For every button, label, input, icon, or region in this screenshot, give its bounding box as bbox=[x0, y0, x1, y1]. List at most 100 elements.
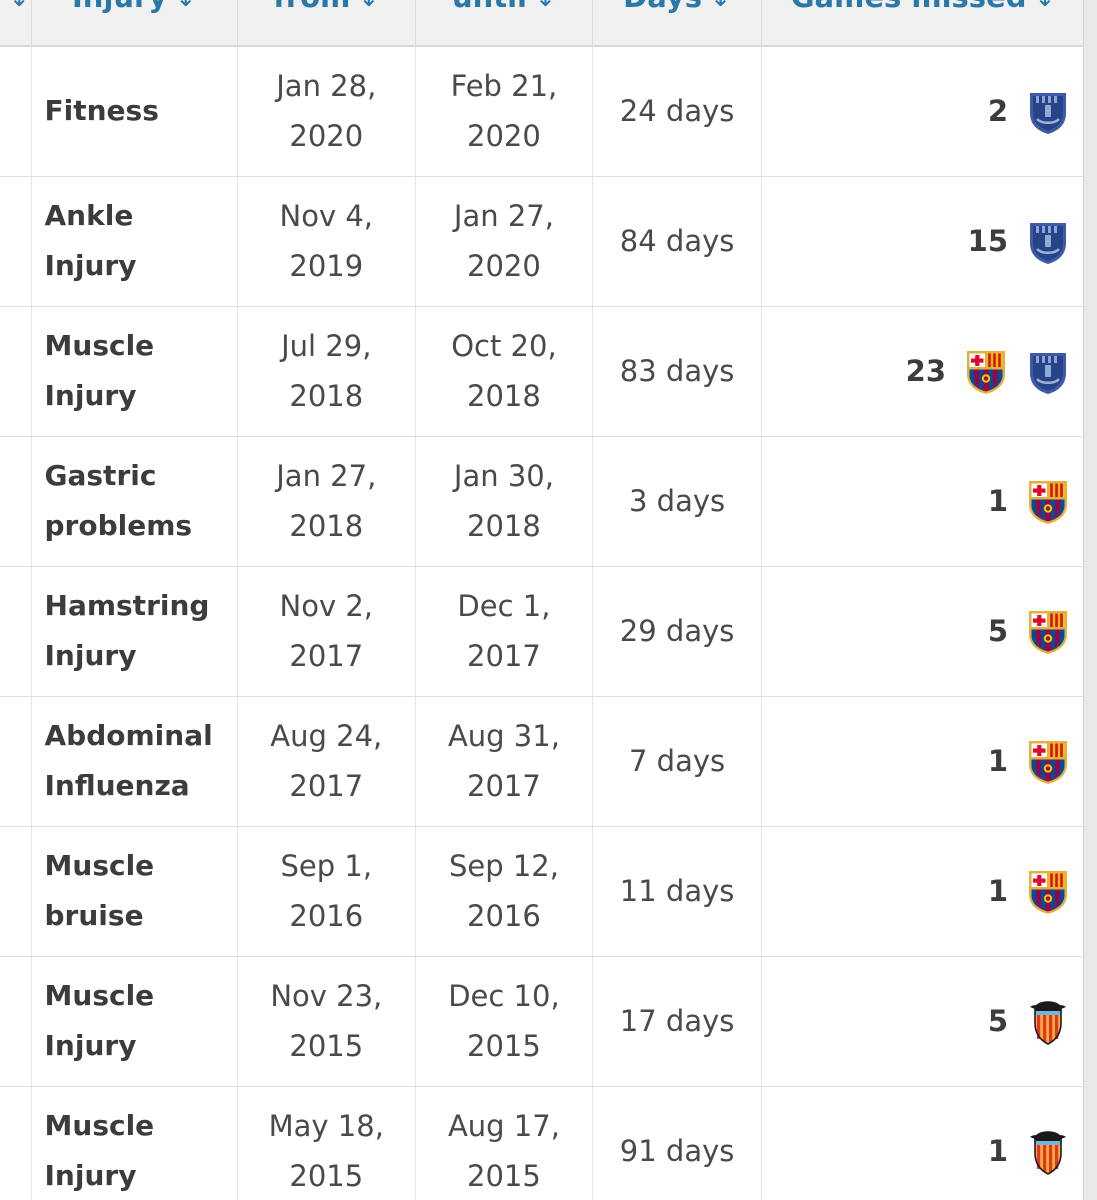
injury-until-date-cell: Oct 20, 2018 bbox=[415, 306, 594, 437]
valencia-badge-icon bbox=[1030, 1001, 1066, 1045]
injury-until-date-cell: Feb 21, 2020 bbox=[415, 46, 594, 177]
column-header-from[interactable]: from ↕ bbox=[237, 0, 416, 47]
injury-name-cell: Muscle bruise bbox=[31, 826, 238, 957]
injury-name-cell: Muscle Injury bbox=[31, 1086, 238, 1200]
table-row[interactable]: Muscle Injury Jul 29, 2018 Oct 20, 2018 83 … bbox=[0, 306, 1084, 437]
column-header-games-missed[interactable]: Games missed ↕ bbox=[761, 0, 1084, 47]
games-missed-content: 1 bbox=[770, 737, 1070, 785]
table-row[interactable]: Muscle Injury Nov 23, 2015 Dec 10, 2015 17 … bbox=[0, 956, 1084, 1087]
injury-name-cell: Hamstring Injury bbox=[31, 566, 238, 697]
games-missed-cell: 5 bbox=[761, 566, 1084, 697]
injury-from-date-cell: Jan 27, 2018 bbox=[237, 436, 416, 567]
injury-until-date-cell: Jan 30, 2018 bbox=[415, 436, 594, 567]
table-body: Fitness Jan 28, 2020 Feb 21, 2020 24 days 2 A… bbox=[0, 46, 1084, 1200]
column-header-days-label: Days bbox=[623, 0, 702, 14]
games-missed-count: 1 bbox=[987, 1133, 1008, 1168]
row-index-cell bbox=[0, 696, 32, 827]
injury-name-cell: Ankle Injury bbox=[31, 176, 238, 307]
games-missed-content: 1 bbox=[770, 867, 1070, 915]
right-gutter bbox=[1083, 0, 1097, 1200]
row-index-cell bbox=[0, 956, 32, 1087]
column-header-from-label: from bbox=[273, 0, 350, 14]
injury-until-date-cell: Aug 31, 2017 bbox=[415, 696, 594, 827]
sort-updown-icon[interactable]: ↕ bbox=[175, 0, 196, 11]
sort-updown-icon[interactable]: ↕ bbox=[358, 0, 379, 11]
everton-badge-icon bbox=[1030, 223, 1066, 264]
games-missed-content: 5 bbox=[770, 997, 1070, 1045]
sort-updown-icon[interactable]: ↕ bbox=[9, 0, 30, 11]
injury-until-date-cell: Dec 10, 2015 bbox=[415, 956, 594, 1087]
row-index-cell bbox=[0, 566, 32, 697]
sort-updown-icon[interactable]: ↕ bbox=[710, 0, 731, 11]
games-missed-count: 1 bbox=[987, 743, 1008, 778]
injury-name-cell: Muscle Injury bbox=[31, 956, 238, 1087]
games-missed-cell: 2 bbox=[761, 46, 1084, 177]
row-index-cell bbox=[0, 1086, 32, 1200]
column-header-until-label: until bbox=[452, 0, 527, 14]
injury-days-cell: 7 days bbox=[592, 696, 763, 827]
games-missed-content: 1 bbox=[770, 477, 1070, 525]
injury-days-cell: 84 days bbox=[592, 176, 763, 307]
row-index-cell bbox=[0, 436, 32, 567]
games-missed-count: 2 bbox=[987, 93, 1008, 128]
injury-until-date-cell: Sep 12, 2016 bbox=[415, 826, 594, 957]
injury-from-date-cell: Nov 23, 2015 bbox=[237, 956, 416, 1087]
column-header-injury[interactable]: Injury ↕ bbox=[31, 0, 238, 47]
games-missed-count: 15 bbox=[967, 223, 1008, 258]
table-row[interactable]: Gastric problems Jan 27, 2018 Jan 30, 2018… bbox=[0, 436, 1084, 567]
table-row[interactable]: Muscle bruise Sep 1, 2016 Sep 12, 2016 11 d… bbox=[0, 826, 1084, 957]
games-missed-content: 23 bbox=[770, 347, 1070, 395]
row-index-cell bbox=[0, 176, 32, 307]
table-row[interactable]: Abdominal Influenza Aug 24, 2017 Aug 31, 2… bbox=[0, 696, 1084, 827]
table-row[interactable]: Fitness Jan 28, 2020 Feb 21, 2020 24 days 2 bbox=[0, 46, 1084, 177]
barcelona-badge-icon bbox=[1029, 741, 1067, 784]
games-missed-cell: 1 bbox=[761, 1086, 1084, 1200]
column-header-games-missed-label: Games missed bbox=[791, 0, 1027, 14]
injury-days-cell: 91 days bbox=[592, 1086, 763, 1200]
injury-days-cell: 17 days bbox=[592, 956, 763, 1087]
column-header-index[interactable]: ↕ bbox=[0, 0, 32, 47]
games-missed-cell: 1 bbox=[761, 826, 1084, 957]
column-header-days[interactable]: Days ↕ bbox=[592, 0, 763, 47]
injury-from-date-cell: Aug 24, 2017 bbox=[237, 696, 416, 827]
injury-days-cell: 24 days bbox=[592, 46, 763, 177]
games-missed-content: 5 bbox=[770, 607, 1070, 655]
valencia-badge-icon bbox=[1030, 1131, 1066, 1175]
everton-badge-icon bbox=[1030, 353, 1066, 394]
table-row[interactable]: Ankle Injury Nov 4, 2019 Jan 27, 2020 84 da… bbox=[0, 176, 1084, 307]
injury-name-cell: Fitness bbox=[31, 46, 238, 177]
barcelona-badge-icon bbox=[1029, 481, 1067, 524]
table-row[interactable]: Muscle Injury May 18, 2015 Aug 17, 2015 91 … bbox=[0, 1086, 1084, 1200]
games-missed-content: 2 bbox=[770, 87, 1070, 135]
everton-badge-icon bbox=[1030, 93, 1066, 135]
injury-days-cell: 3 days bbox=[592, 436, 763, 567]
injury-days-cell: 29 days bbox=[592, 566, 763, 697]
injury-until-date-cell: Dec 1, 2017 bbox=[415, 566, 594, 697]
injury-days-cell: 11 days bbox=[592, 826, 763, 957]
games-missed-count: 5 bbox=[987, 613, 1008, 648]
column-header-until[interactable]: until ↕ bbox=[415, 0, 594, 47]
barcelona-badge-icon bbox=[967, 351, 1005, 394]
injury-name-cell: Muscle Injury bbox=[31, 306, 238, 437]
row-index-cell bbox=[0, 826, 32, 957]
games-missed-count: 1 bbox=[987, 873, 1008, 908]
injury-table-container: ↕ Injury ↕ from ↕ until ↕ bbox=[0, 0, 1097, 1200]
injury-name-cell: Abdominal Influenza bbox=[31, 696, 238, 827]
games-missed-count: 23 bbox=[905, 353, 946, 388]
injury-from-date-cell: Sep 1, 2016 bbox=[237, 826, 416, 957]
barcelona-badge-icon bbox=[1029, 611, 1067, 654]
injury-until-date-cell: Aug 17, 2015 bbox=[415, 1086, 594, 1200]
column-header-injury-label: Injury bbox=[72, 0, 167, 14]
injury-from-date-cell: Nov 2, 2017 bbox=[237, 566, 416, 697]
games-missed-cell: 5 bbox=[761, 956, 1084, 1087]
table-row[interactable]: Hamstring Injury Nov 2, 2017 Dec 1, 2017 29… bbox=[0, 566, 1084, 697]
injury-from-date-cell: Jul 29, 2018 bbox=[237, 306, 416, 437]
sort-updown-icon[interactable]: ↕ bbox=[535, 0, 556, 11]
games-missed-count: 1 bbox=[987, 483, 1008, 518]
games-missed-count: 5 bbox=[987, 1003, 1008, 1038]
row-index-cell bbox=[0, 46, 32, 177]
sort-updown-icon[interactable]: ↕ bbox=[1034, 0, 1055, 11]
row-index-cell bbox=[0, 306, 32, 437]
injury-from-date-cell: Nov 4, 2019 bbox=[237, 176, 416, 307]
injury-until-date-cell: Jan 27, 2020 bbox=[415, 176, 594, 307]
